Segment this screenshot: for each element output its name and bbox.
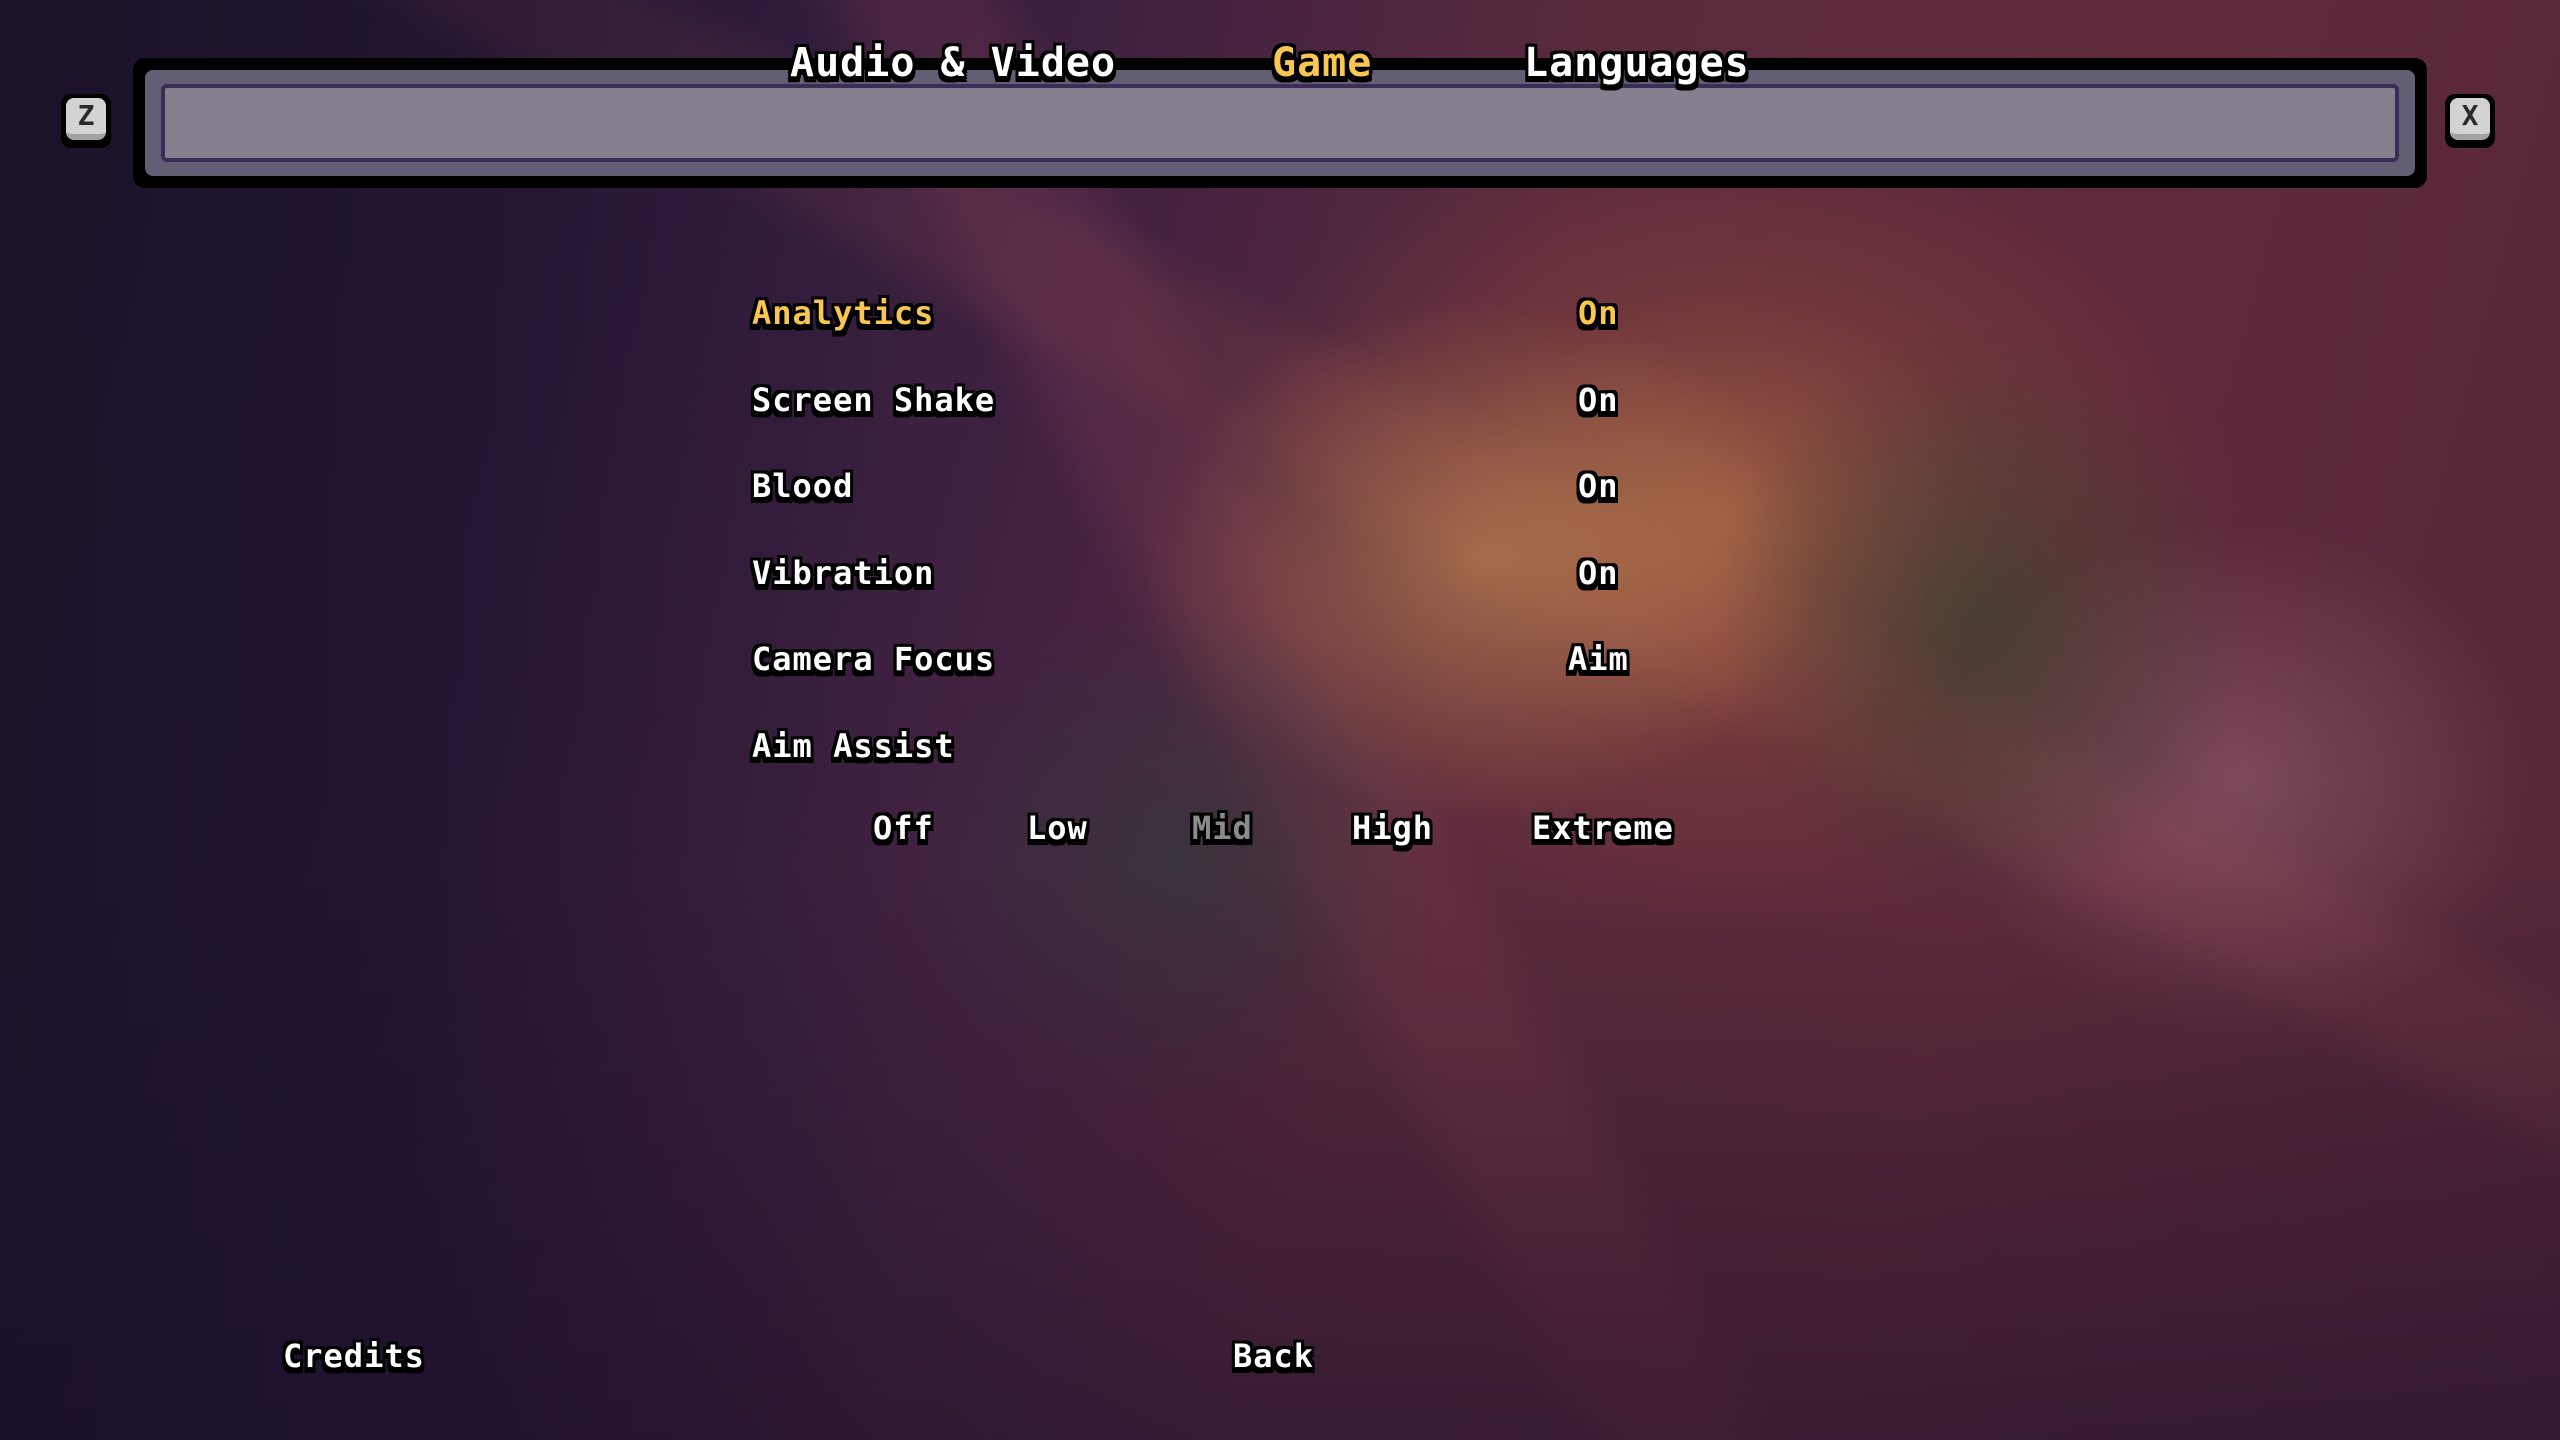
aim-assist-option-low[interactable]: Low [1027, 812, 1088, 844]
tab-bar-inner [161, 84, 2399, 162]
setting-label: Camera Focus [752, 640, 996, 678]
next-tab-key-button[interactable]: X [2445, 94, 2495, 148]
back-button[interactable]: Back [1233, 1340, 1314, 1372]
keycap-z-icon: Z [66, 98, 106, 140]
setting-value-selector[interactable]: Aim [1568, 643, 1629, 675]
tab-languages[interactable]: Languages [1524, 43, 1750, 83]
setting-value-toggle[interactable]: On [1578, 384, 1619, 416]
setting-label: Screen Shake [752, 381, 996, 419]
setting-label: Aim Assist [752, 727, 955, 765]
aim-assist-option-mid[interactable]: Mid [1192, 812, 1253, 844]
background-artwork [0, 0, 2560, 1440]
aim-assist-option-extreme[interactable]: Extreme [1532, 812, 1674, 844]
credits-button[interactable]: Credits [283, 1340, 425, 1372]
setting-label: Blood [752, 467, 854, 505]
aim-assist-option-off[interactable]: Off [873, 812, 934, 844]
background-vignette [0, 0, 2560, 1440]
setting-value-toggle[interactable]: On [1578, 297, 1619, 329]
tab-game[interactable]: Game [1272, 43, 1372, 83]
setting-value-toggle[interactable]: On [1578, 557, 1619, 589]
aim-assist-option-high[interactable]: High [1352, 812, 1433, 844]
setting-value-toggle[interactable]: On [1578, 470, 1619, 502]
prev-tab-key-button[interactable]: Z [61, 94, 111, 148]
setting-label: Vibration [752, 554, 935, 592]
setting-label: Analytics [752, 294, 935, 332]
keycap-x-icon: X [2450, 98, 2490, 140]
tab-audio-video[interactable]: Audio & Video [790, 43, 1116, 83]
